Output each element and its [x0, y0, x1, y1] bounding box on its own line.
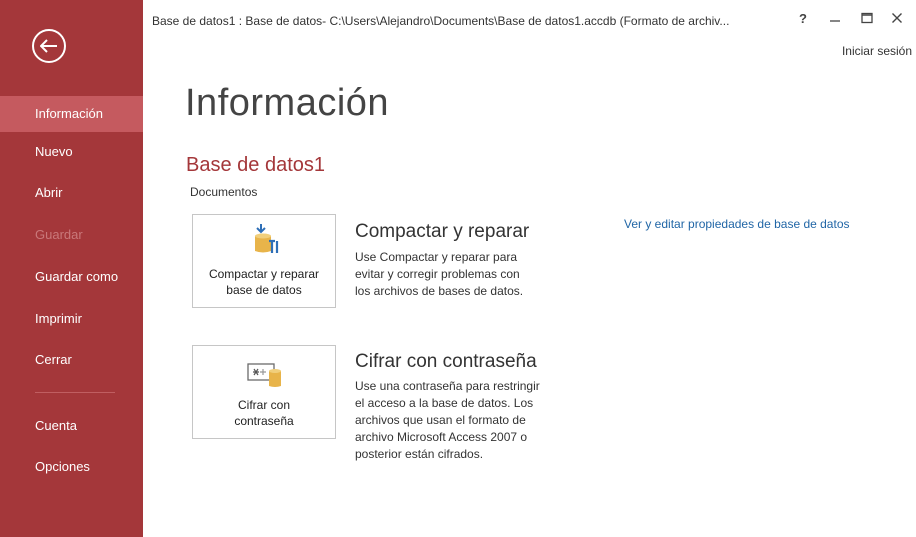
nav-informacion[interactable]: Información: [0, 96, 143, 132]
description-line: evitar y corregir problemas con: [355, 267, 520, 281]
page-title: Información: [185, 82, 390, 124]
sign-in-link[interactable]: Iniciar sesión: [842, 44, 912, 58]
compact-repair-description: Use Compactar y reparar para evitar y co…: [355, 249, 560, 300]
compact-repair-button[interactable]: Compactar y reparar base de datos: [192, 214, 336, 308]
description-line: archivos que usan el formato de: [355, 413, 526, 427]
description-line: posterior están cifrados.: [355, 447, 484, 461]
back-button[interactable]: [32, 29, 66, 63]
encrypt-password-description: Use una contraseña para restringir el ac…: [355, 378, 560, 463]
encrypt-label-1: Cifrar con: [237, 398, 290, 412]
nav-cerrar[interactable]: Cerrar: [0, 342, 143, 378]
description-line: archivo Microsoft Access 2007 o: [355, 430, 528, 444]
encrypt-password-button[interactable]: Cifrar con contraseña: [192, 345, 336, 439]
nav-cuenta[interactable]: Cuenta: [0, 408, 143, 444]
maximize-icon: [861, 12, 873, 24]
nav-guardar-como[interactable]: Guardar como: [0, 259, 143, 295]
encrypt-password-title: Cifrar con contraseña: [355, 351, 537, 372]
nav-guardar[interactable]: Guardar: [0, 217, 143, 253]
compact-repair-label-2: base de datos: [226, 283, 302, 297]
maximize-button[interactable]: [856, 7, 878, 29]
close-icon: [892, 13, 902, 23]
compact-repair-icon: [255, 224, 279, 253]
description-line: Use Compactar y reparar para: [355, 250, 518, 264]
window-title: Base de datos1 : Base de datos- C:\Users…: [152, 14, 730, 28]
nav-divider: [35, 392, 115, 393]
close-button[interactable]: [886, 7, 908, 29]
compact-repair-title: Compactar y reparar: [355, 221, 530, 242]
nav-opciones[interactable]: Opciones: [0, 449, 143, 485]
backstage-sidebar: Información Nuevo Abrir Guardar Guardar …: [0, 0, 143, 537]
minimize-button[interactable]: [824, 7, 846, 29]
minimize-icon: [830, 20, 840, 22]
nav-nuevo[interactable]: Nuevo: [0, 134, 143, 170]
description-line: el acceso a la base de datos. Los: [355, 396, 534, 410]
description-line: los archivos de bases de datos.: [355, 284, 524, 298]
nav-imprimir[interactable]: Imprimir: [0, 301, 143, 337]
compact-repair-label-1: Compactar y reparar: [208, 267, 320, 281]
nav-abrir[interactable]: Abrir: [0, 175, 143, 211]
description-line: Use una contraseña para restringir: [355, 379, 540, 393]
encrypt-label-2: contraseña: [234, 414, 294, 428]
encrypt-password-icon: [247, 363, 281, 387]
help-button[interactable]: ?: [792, 7, 814, 29]
edit-database-properties-link[interactable]: Ver y editar propiedades de base de dato…: [624, 217, 850, 231]
database-location: Documentos: [190, 185, 258, 199]
database-name: Base de datos1: [186, 154, 325, 176]
back-arrow-icon: [40, 39, 57, 53]
